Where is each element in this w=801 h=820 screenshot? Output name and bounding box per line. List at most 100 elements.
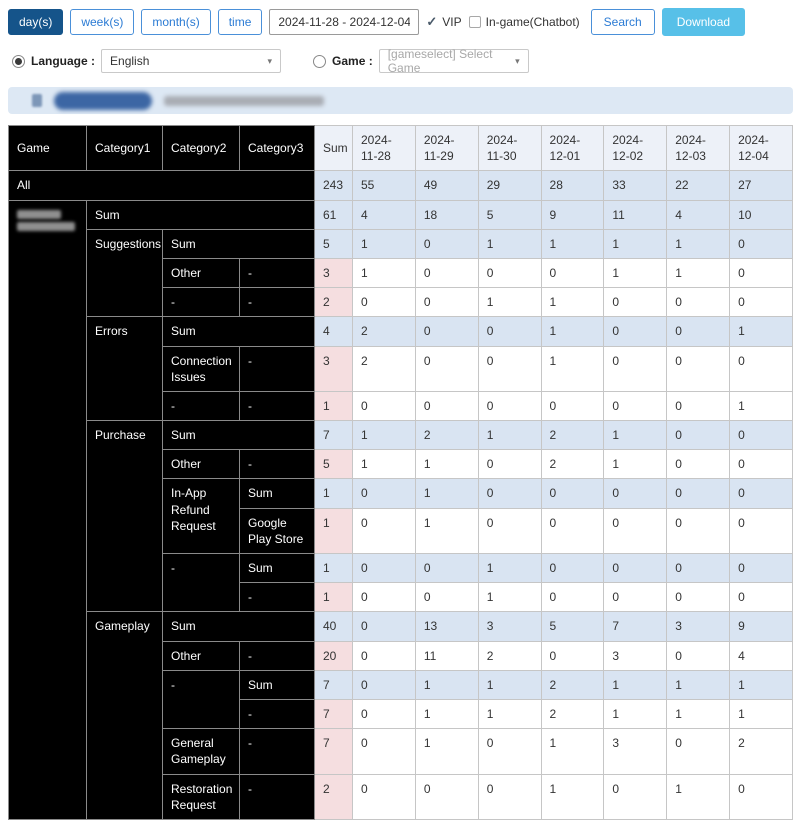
category-cell: -: [162, 287, 240, 318]
value-cell: 2: [352, 316, 416, 347]
value-cell: 0: [666, 390, 731, 422]
value-cell: 0: [729, 228, 793, 259]
category-cell: Sum: [162, 611, 315, 642]
value-cell: 9: [729, 611, 793, 642]
sum-cell: 7: [314, 420, 353, 451]
value-cell: 0: [729, 345, 793, 392]
date-range-input[interactable]: [269, 9, 420, 35]
value-cell: 0: [603, 773, 668, 820]
table-row: Purchase Sum 7 1 2 1 2 1 0 0: [9, 420, 793, 613]
value-cell: 3: [477, 611, 542, 642]
category-cell: Other: [162, 640, 240, 671]
value-cell: 0: [352, 507, 416, 555]
game-name-cell: [8, 199, 87, 820]
value-cell: 49: [414, 170, 479, 201]
value-cell: 0: [414, 582, 479, 613]
value-cell: 29: [477, 170, 542, 201]
all-row-label: All: [8, 170, 315, 201]
value-cell: 1: [603, 257, 668, 289]
period-weeks-button[interactable]: week(s): [70, 9, 135, 35]
value-cell: 1: [540, 287, 605, 318]
value-cell: 1: [540, 316, 605, 347]
value-cell: 0: [414, 552, 479, 584]
category-cell: -: [239, 582, 315, 613]
value-cell: 5: [540, 611, 605, 642]
value-cell: 1: [603, 449, 668, 480]
value-cell: 22: [666, 170, 731, 201]
redacted-button[interactable]: [54, 91, 152, 110]
value-cell: 0: [352, 698, 416, 730]
value-cell: 0: [666, 507, 731, 555]
ingame-chatbot-checkbox[interactable]: In-game(Chatbot): [468, 15, 580, 29]
value-cell: 1: [477, 582, 542, 613]
value-cell: 0: [540, 640, 605, 671]
language-radio[interactable]: [12, 54, 25, 68]
sum-cell: 5: [314, 228, 353, 259]
value-cell: 0: [352, 728, 416, 775]
value-cell: 0: [729, 420, 793, 451]
category-cell: Suggestions: [86, 228, 163, 318]
sum-cell: 3: [314, 345, 353, 392]
value-cell: 0: [540, 257, 605, 289]
language-select[interactable]: English ▾: [101, 49, 282, 73]
period-months-button[interactable]: month(s): [141, 9, 211, 35]
value-cell: 1: [414, 728, 479, 775]
column-header: 2024-12-04: [729, 124, 793, 172]
search-button[interactable]: Search: [590, 9, 655, 35]
value-cell: 11: [603, 199, 668, 230]
value-cell: 0: [540, 582, 605, 613]
language-label: Language :: [31, 54, 96, 68]
category-cell: Other: [162, 257, 240, 289]
category-cell: Sum: [162, 316, 315, 347]
category-cell: -: [239, 698, 315, 730]
redacted-game-name: [17, 221, 75, 231]
category-cell: Sum: [239, 552, 315, 584]
category-cell: -: [239, 773, 315, 820]
category-cell: Sum: [162, 420, 315, 451]
value-cell: 0: [729, 257, 793, 289]
sum-cell: 7: [314, 669, 353, 700]
sum-cell: 61: [314, 199, 353, 230]
value-cell: 0: [414, 287, 479, 318]
game-select[interactable]: [gameselect] Select Game ▾: [378, 47, 529, 75]
value-cell: 1: [477, 669, 542, 700]
category-cell: -: [162, 390, 240, 422]
category-cell: Sum: [239, 478, 315, 509]
value-cell: 2: [540, 449, 605, 480]
checkbox-icon: [468, 16, 481, 28]
info-bar: [8, 87, 793, 114]
value-cell: 1: [729, 390, 793, 422]
value-cell: 2: [729, 728, 793, 775]
value-cell: 0: [540, 390, 605, 422]
value-cell: 0: [414, 257, 479, 289]
value-cell: 1: [477, 552, 542, 584]
value-cell: 0: [603, 582, 668, 613]
value-cell: 1: [414, 449, 479, 480]
value-cell: 2: [540, 698, 605, 730]
download-button[interactable]: Download: [661, 8, 746, 36]
vip-checkbox[interactable]: ✓ VIP: [426, 14, 461, 30]
value-cell: 0: [729, 582, 793, 613]
value-cell: 1: [414, 698, 479, 730]
column-header: 2024-12-01: [540, 124, 605, 172]
value-cell: 0: [352, 773, 416, 820]
category-cell: -: [239, 640, 315, 671]
category-cell: General Gameplay: [162, 728, 240, 775]
game-radio[interactable]: [313, 54, 327, 68]
value-cell: 28: [540, 170, 605, 201]
redacted-text: [164, 95, 324, 106]
category-cell: -: [239, 390, 315, 422]
chevron-down-icon: ▾: [515, 55, 520, 66]
column-header: 2024-11-28: [352, 124, 416, 172]
game-select-value: [gameselect] Select Game: [387, 47, 493, 75]
sum-cell: 40: [314, 611, 353, 642]
sum-cell: 20: [314, 640, 353, 671]
category-cell: Restoration Request: [162, 773, 240, 820]
period-time-button[interactable]: time: [217, 9, 263, 35]
table-row: All 243 55 49 29 28 33 22 27: [8, 170, 793, 201]
value-cell: 3: [603, 640, 668, 671]
value-cell: 0: [352, 611, 416, 642]
value-cell: 2: [414, 420, 479, 451]
period-days-button[interactable]: day(s): [8, 9, 64, 35]
column-header: Sum: [314, 124, 353, 172]
